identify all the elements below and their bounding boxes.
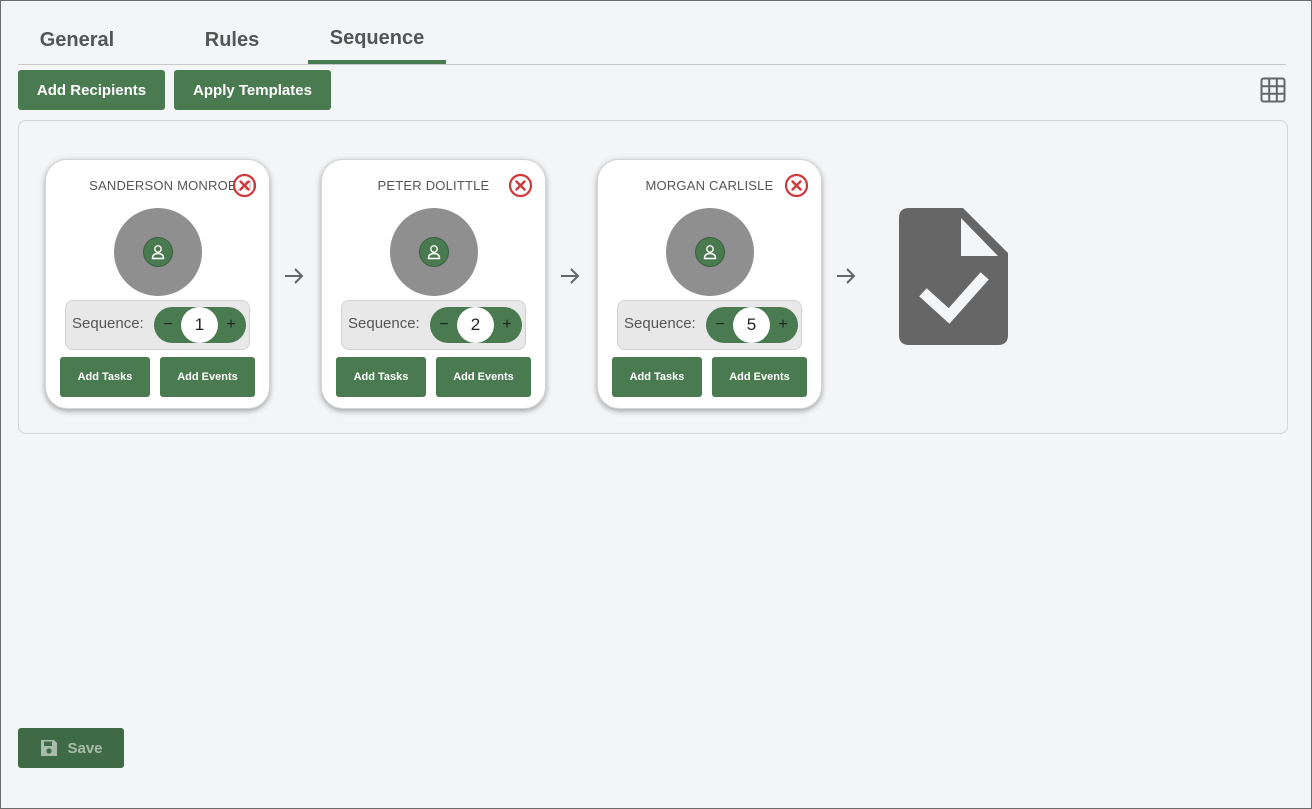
avatar	[390, 208, 478, 296]
tab-sequence[interactable]: Sequence	[308, 19, 446, 64]
close-circle-icon[interactable]	[784, 173, 809, 198]
recipient-card: SANDERSON MONROE, III Sequence: − 1 + Ad…	[45, 159, 270, 409]
save-button[interactable]: Save	[18, 728, 124, 768]
add-events-button[interactable]: Add Events	[436, 357, 531, 397]
sequence-value[interactable]: 2	[457, 307, 494, 343]
arrow-right-icon	[837, 268, 856, 284]
avatar	[666, 208, 754, 296]
sequence-control: Sequence: − 5 +	[617, 300, 802, 350]
document-check-icon	[899, 208, 1008, 345]
sequence-panel: SANDERSON MONROE, III Sequence: − 1 + Ad…	[18, 120, 1288, 434]
sequence-value[interactable]: 5	[733, 307, 770, 343]
recipient-card: MORGAN CARLISLE Sequence: − 5 + Add Task…	[597, 159, 822, 409]
sequence-label: Sequence:	[72, 315, 144, 332]
tab-rules[interactable]: Rules	[173, 19, 291, 64]
tab-bar: General Rules Sequence	[18, 19, 1286, 65]
add-events-button[interactable]: Add Events	[160, 357, 255, 397]
sequence-control: Sequence: − 1 +	[65, 300, 250, 350]
recipient-card: PETER DOLITTLE Sequence: − 2 + Add Tasks…	[321, 159, 546, 409]
avatar	[114, 208, 202, 296]
arrow-right-icon	[285, 268, 304, 284]
increment-button[interactable]: +	[219, 307, 243, 343]
add-tasks-button[interactable]: Add Tasks	[336, 357, 426, 397]
add-events-button[interactable]: Add Events	[712, 357, 807, 397]
decrement-button[interactable]: −	[708, 307, 732, 343]
close-circle-icon[interactable]	[508, 173, 533, 198]
add-recipients-button[interactable]: Add Recipients	[18, 70, 165, 110]
sequence-value[interactable]: 1	[181, 307, 218, 343]
user-icon	[143, 237, 173, 267]
arrow-right-icon	[561, 268, 580, 284]
increment-button[interactable]: +	[495, 307, 519, 343]
tab-general[interactable]: General	[18, 19, 136, 64]
decrement-button[interactable]: −	[432, 307, 456, 343]
increment-button[interactable]: +	[771, 307, 795, 343]
decrement-button[interactable]: −	[156, 307, 180, 343]
grid-icon[interactable]	[1260, 77, 1286, 103]
sequence-stepper: − 1 +	[154, 307, 246, 343]
add-tasks-button[interactable]: Add Tasks	[60, 357, 150, 397]
add-tasks-button[interactable]: Add Tasks	[612, 357, 702, 397]
user-icon	[695, 237, 725, 267]
apply-templates-button[interactable]: Apply Templates	[174, 70, 331, 110]
floppy-disk-icon	[41, 740, 58, 756]
sequence-label: Sequence:	[624, 315, 696, 332]
sequence-control: Sequence: − 2 +	[341, 300, 526, 350]
close-circle-icon[interactable]	[232, 173, 257, 198]
sequence-label: Sequence:	[348, 315, 420, 332]
save-label: Save	[67, 739, 103, 757]
sequence-stepper: − 2 +	[430, 307, 522, 343]
sequence-stepper: − 5 +	[706, 307, 798, 343]
user-icon	[419, 237, 449, 267]
